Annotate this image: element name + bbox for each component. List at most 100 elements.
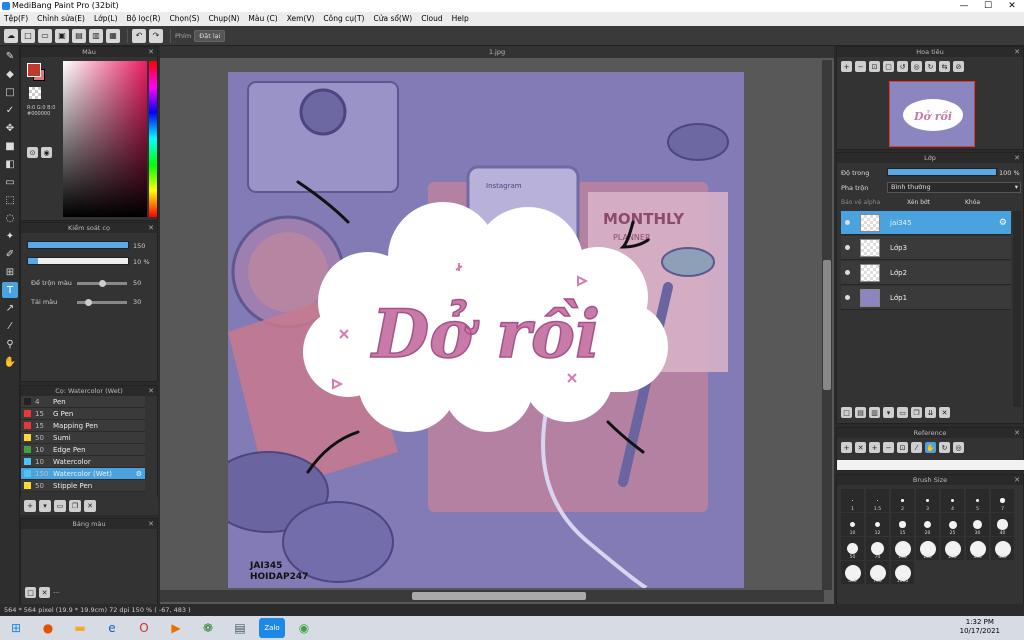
layer-row[interactable]: jai345 ⚙ [841,211,1011,235]
navigator-thumbnail[interactable]: Dở rồi [889,81,975,147]
layer-row[interactable]: Lớp2 [841,261,1011,285]
brush-size-cell[interactable]: 2 [891,489,914,512]
brush-size-cell[interactable]: 50 [841,537,864,560]
system-clock[interactable]: 1:32 PM 10/17/2021 [960,618,1000,636]
eraser-tool-icon[interactable]: ◆ [2,66,18,82]
brush-size-cell[interactable]: 1 [841,489,864,512]
brush-list-item[interactable]: 50 Sumi [21,432,145,444]
mix-slider[interactable] [77,280,127,287]
app-icon[interactable]: ❁ [195,618,221,638]
visibility-icon[interactable] [845,245,850,250]
canvas-tab[interactable]: 1.jpg [160,46,834,58]
new-layer-menu-icon[interactable]: ▾ [883,407,894,418]
brush-size-cell[interactable]: 3 [916,489,939,512]
delete-icon[interactable]: ✕ [84,500,96,512]
brush-size-cell[interactable]: 12 [866,513,889,536]
close-button[interactable]: ✕ [1000,0,1024,12]
brush-list-item[interactable]: 150 Watercolor (Wet) ⚙ [21,468,145,480]
menu-help[interactable]: Help [452,12,469,26]
brush-size-bar[interactable] [27,241,129,249]
select-tool-icon[interactable]: ⬚ [2,192,18,208]
maximize-button[interactable]: ☐ [976,0,1000,12]
brush-size-cell[interactable]: 4 [941,489,964,512]
close-icon[interactable]: ✕ [148,47,154,57]
palette-icon[interactable]: ◉ [41,147,52,158]
menu-layer[interactable]: Lớp(L) [94,12,118,26]
lock-checkbox[interactable]: Khóa [965,199,980,206]
zoom-out-icon[interactable]: − [855,61,866,72]
brush-size-cell[interactable]: 500 [841,561,864,584]
zalo-icon[interactable]: Zalo [259,618,285,638]
start-icon[interactable]: ⊞ [3,618,29,638]
menu-select[interactable]: Chọn(S) [169,12,199,26]
reset-button[interactable]: Đặt lại [194,29,226,42]
magic-wand-tool-icon[interactable]: ✦ [2,228,18,244]
brush-size-cell[interactable]: 100 [891,537,914,560]
menu-file[interactable]: Tệp(F) [4,12,28,26]
move-tool-icon[interactable]: ✥ [2,120,18,136]
merge-layer-icon[interactable]: ⇊ [925,407,936,418]
layer-opacity-bar[interactable] [887,168,997,176]
minimize-button[interactable]: — [952,0,976,12]
hand-icon[interactable]: ✋ [925,442,936,453]
add-palette-icon[interactable]: □ [25,587,36,598]
close-icon[interactable]: ✕ [1014,428,1020,438]
brush-size-cell[interactable]: 7 [991,489,1014,512]
grid-icon[interactable]: ▦ [106,28,120,43]
brush-size-cell[interactable]: 10 [841,513,864,536]
brush-list-item[interactable]: 15 G Pen [21,408,145,420]
brush-size-cell[interactable]: 300 [966,537,989,560]
menu-view[interactable]: Xem(V) [287,12,315,26]
document-icon[interactable]: ▥ [89,28,103,43]
close-reference-icon[interactable]: ✕ [855,442,866,453]
brush-size-cell[interactable]: 1000 [891,561,914,584]
select-pen-tool-icon[interactable]: ✐ [2,246,18,262]
delete-layer-icon[interactable]: ✕ [939,407,950,418]
zoom-tool-icon[interactable]: ⚲ [2,336,18,352]
reset-rotation-icon[interactable]: ◎ [911,61,922,72]
close-icon[interactable]: ✕ [148,386,154,396]
brush-size-cell[interactable]: 200 [941,537,964,560]
brush-opacity-bar[interactable] [27,257,129,265]
firefox-icon[interactable]: ● [35,618,61,638]
brush-size-cell[interactable]: 25 [941,513,964,536]
fit-icon[interactable]: ⊡ [869,61,880,72]
menu-tools[interactable]: Công cụ(T) [323,12,364,26]
eyedropper-icon[interactable]: ⁄ [911,442,922,453]
menu-cloud[interactable]: Cloud [421,12,442,26]
brush-tool-icon[interactable]: ✎ [2,48,18,64]
new-8bit-layer-icon[interactable]: ▥ [869,407,880,418]
undo-icon[interactable]: ↶ [132,28,146,43]
foreground-color-swatch[interactable] [27,63,41,77]
close-icon[interactable]: ✕ [148,519,154,529]
opera-icon[interactable]: O [131,618,157,638]
visibility-icon[interactable] [845,270,850,275]
artwork-canvas[interactable]: MONTHLY PLANNER Instagram Dở rồi JAI345 … [228,72,744,588]
reference-view[interactable] [837,460,1024,470]
menu-snap[interactable]: Chụp(N) [208,12,239,26]
zoom-out-icon[interactable]: − [883,442,894,453]
flip-icon[interactable]: ⇆ [939,61,950,72]
printer-icon[interactable]: ▤ [227,618,253,638]
menu-filter[interactable]: Bộ lọc(R) [127,12,161,26]
rotate-right-icon[interactable]: ↻ [925,61,936,72]
brush-list-item[interactable]: 50 Stipple Pen [21,480,145,492]
cloud-icon[interactable]: ☁ [4,28,18,43]
close-icon[interactable]: ✕ [1014,47,1020,57]
eyedropper-tool-icon[interactable]: ⁄ [2,318,18,334]
fit-icon[interactable]: ⊡ [897,442,908,453]
brush-list-item[interactable]: 10 Watercolor [21,456,145,468]
brush-size-cell[interactable]: 70 [866,537,889,560]
hue-slider[interactable] [149,61,157,217]
delete-palette-icon[interactable]: ✕ [39,587,50,598]
zoom-in-icon[interactable]: + [841,61,852,72]
chrome-icon[interactable]: ◉ [291,618,317,638]
brush-size-cell[interactable]: 150 [916,537,939,560]
vertical-scrollbar[interactable] [822,60,832,590]
actual-size-icon[interactable]: ▢ [883,61,894,72]
layer-row[interactable]: Lớp1 [841,286,1011,310]
brush-size-cell[interactable]: 400 [991,537,1014,560]
brush-size-cell[interactable]: 40 [991,513,1014,536]
open-reference-icon[interactable]: + [841,442,852,453]
blend-mode-select[interactable]: Bình thường ▾ [887,182,1021,193]
